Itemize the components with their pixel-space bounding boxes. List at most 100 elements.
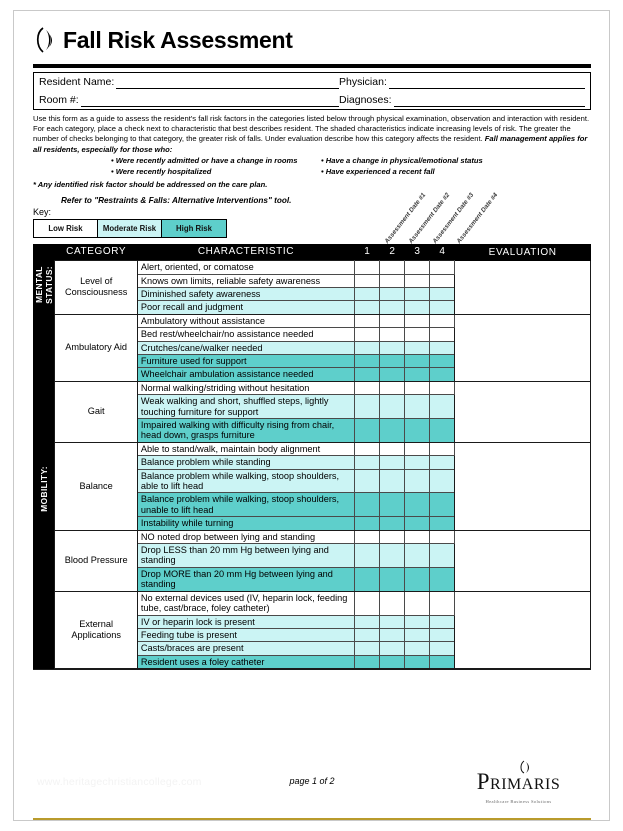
assessment-checkbox-3[interactable] xyxy=(404,394,431,419)
assessment-checkbox-3[interactable] xyxy=(404,627,431,643)
assessment-checkbox-3[interactable] xyxy=(404,340,431,355)
assessment-checkbox-1[interactable] xyxy=(354,394,381,419)
room-input[interactable] xyxy=(80,98,339,107)
assessment-checkbox-2[interactable] xyxy=(379,340,406,355)
assessment-checkbox-1[interactable] xyxy=(354,529,381,545)
assessment-checkbox-2[interactable] xyxy=(379,260,406,275)
assessment-checkbox-4[interactable] xyxy=(429,300,456,315)
evaluation-cell[interactable] xyxy=(454,314,591,382)
assessment-checkbox-2[interactable] xyxy=(379,566,406,592)
assessment-checkbox-4[interactable] xyxy=(429,273,456,288)
assessment-checkbox-2[interactable] xyxy=(379,418,406,443)
assessment-checkbox-3[interactable] xyxy=(404,529,431,545)
assessment-checkbox-3[interactable] xyxy=(404,654,431,670)
evaluation-cell[interactable] xyxy=(454,591,591,670)
assessment-checkbox-4[interactable] xyxy=(429,367,456,382)
assessment-checkbox-4[interactable] xyxy=(429,543,456,568)
evaluation-cell[interactable] xyxy=(454,381,591,443)
assessment-checkbox-3[interactable] xyxy=(404,380,431,396)
assessment-checkbox-2[interactable] xyxy=(379,468,406,494)
assessment-checkbox-4[interactable] xyxy=(429,516,456,531)
assessment-checkbox-3[interactable] xyxy=(404,418,431,443)
assessment-checkbox-2[interactable] xyxy=(379,614,406,629)
room-field[interactable]: Room #: xyxy=(39,94,339,107)
assessment-checkbox-3[interactable] xyxy=(404,641,431,656)
assessment-checkbox-2[interactable] xyxy=(379,529,406,545)
assessment-checkbox-2[interactable] xyxy=(379,353,406,369)
assessment-checkbox-2[interactable] xyxy=(379,641,406,656)
assessment-checkbox-4[interactable] xyxy=(429,313,456,329)
assessment-checkbox-1[interactable] xyxy=(354,327,381,342)
assessment-checkbox-1[interactable] xyxy=(354,340,381,355)
assessment-checkbox-1[interactable] xyxy=(354,543,381,568)
assessment-checkbox-1[interactable] xyxy=(354,468,381,494)
assessment-checkbox-2[interactable] xyxy=(379,394,406,419)
assessment-checkbox-4[interactable] xyxy=(429,418,456,443)
assessment-checkbox-1[interactable] xyxy=(354,353,381,369)
assessment-checkbox-3[interactable] xyxy=(404,273,431,288)
assessment-checkbox-1[interactable] xyxy=(354,455,381,470)
assessment-checkbox-3[interactable] xyxy=(404,313,431,329)
assessment-checkbox-1[interactable] xyxy=(354,641,381,656)
assessment-checkbox-2[interactable] xyxy=(379,313,406,329)
assessment-checkbox-2[interactable] xyxy=(379,590,406,616)
evaluation-cell[interactable] xyxy=(454,442,591,531)
assessment-checkbox-4[interactable] xyxy=(429,492,456,518)
evaluation-cell[interactable] xyxy=(454,530,591,592)
assessment-checkbox-1[interactable] xyxy=(354,492,381,518)
assessment-checkbox-1[interactable] xyxy=(354,614,381,629)
assessment-checkbox-2[interactable] xyxy=(379,300,406,315)
assessment-checkbox-3[interactable] xyxy=(404,614,431,629)
assessment-checkbox-4[interactable] xyxy=(429,529,456,545)
assessment-checkbox-4[interactable] xyxy=(429,394,456,419)
assessment-checkbox-2[interactable] xyxy=(379,380,406,396)
assessment-checkbox-4[interactable] xyxy=(429,468,456,494)
assessment-checkbox-3[interactable] xyxy=(404,492,431,518)
resident-name-input[interactable] xyxy=(116,80,339,89)
assessment-checkbox-1[interactable] xyxy=(354,273,381,288)
assessment-checkbox-4[interactable] xyxy=(429,455,456,470)
assessment-checkbox-3[interactable] xyxy=(404,566,431,592)
assessment-checkbox-3[interactable] xyxy=(404,367,431,382)
diagnoses-field[interactable]: Diagnoses: xyxy=(339,94,585,107)
assessment-checkbox-2[interactable] xyxy=(379,516,406,531)
assessment-checkbox-3[interactable] xyxy=(404,353,431,369)
assessment-checkbox-4[interactable] xyxy=(429,566,456,592)
assessment-checkbox-4[interactable] xyxy=(429,627,456,643)
assessment-checkbox-3[interactable] xyxy=(404,455,431,470)
assessment-checkbox-3[interactable] xyxy=(404,300,431,315)
assessment-checkbox-2[interactable] xyxy=(379,654,406,670)
resident-name-field[interactable]: Resident Name: xyxy=(39,76,339,89)
assessment-checkbox-1[interactable] xyxy=(354,654,381,670)
assessment-checkbox-2[interactable] xyxy=(379,367,406,382)
assessment-checkbox-3[interactable] xyxy=(404,260,431,275)
assessment-checkbox-1[interactable] xyxy=(354,418,381,443)
assessment-checkbox-2[interactable] xyxy=(379,327,406,342)
diagnoses-input[interactable] xyxy=(393,98,585,107)
assessment-checkbox-4[interactable] xyxy=(429,614,456,629)
assessment-checkbox-2[interactable] xyxy=(379,441,406,457)
assessment-checkbox-3[interactable] xyxy=(404,543,431,568)
assessment-checkbox-4[interactable] xyxy=(429,327,456,342)
assessment-checkbox-1[interactable] xyxy=(354,260,381,275)
assessment-checkbox-1[interactable] xyxy=(354,313,381,329)
assessment-checkbox-2[interactable] xyxy=(379,455,406,470)
assessment-checkbox-4[interactable] xyxy=(429,286,456,302)
assessment-checkbox-4[interactable] xyxy=(429,654,456,670)
assessment-checkbox-1[interactable] xyxy=(354,566,381,592)
assessment-checkbox-1[interactable] xyxy=(354,627,381,643)
assessment-checkbox-2[interactable] xyxy=(379,543,406,568)
assessment-checkbox-2[interactable] xyxy=(379,627,406,643)
assessment-checkbox-3[interactable] xyxy=(404,286,431,302)
evaluation-cell[interactable] xyxy=(454,260,591,315)
assessment-checkbox-4[interactable] xyxy=(429,590,456,616)
physician-input[interactable] xyxy=(388,80,585,89)
assessment-checkbox-1[interactable] xyxy=(354,380,381,396)
assessment-checkbox-1[interactable] xyxy=(354,590,381,616)
assessment-checkbox-3[interactable] xyxy=(404,468,431,494)
assessment-checkbox-4[interactable] xyxy=(429,641,456,656)
assessment-checkbox-1[interactable] xyxy=(354,516,381,531)
assessment-checkbox-3[interactable] xyxy=(404,327,431,342)
assessment-checkbox-3[interactable] xyxy=(404,516,431,531)
assessment-checkbox-4[interactable] xyxy=(429,260,456,275)
